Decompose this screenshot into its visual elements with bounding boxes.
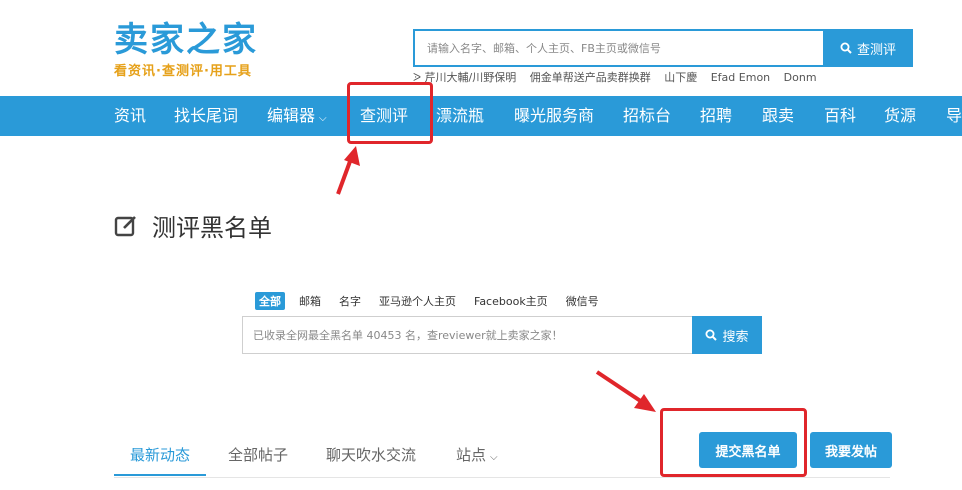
hot-word[interactable]: Efad Emon xyxy=(711,71,770,84)
top-search-button[interactable]: 查测评 xyxy=(823,29,913,67)
nav-item-more[interactable]: 导 xyxy=(946,96,962,136)
hot-search-words: ᐷ 芹川大輔/川野保明 佣金单帮送产品卖群换群 山下慶 Efad Emon Do… xyxy=(413,69,823,85)
top-search-bar: 查测评 xyxy=(413,29,913,67)
filter-all[interactable]: 全部 xyxy=(255,292,285,310)
page-title: 测评黑名单 xyxy=(114,208,272,243)
logo-title: 卖家之家 xyxy=(114,20,258,60)
search-filter-tabs: 全部 邮箱 名字 亚马逊个人主页 Facebook主页 微信号 xyxy=(255,292,603,310)
chevron-down-icon: ⌵ xyxy=(319,113,327,124)
red-arrow-icon xyxy=(595,370,656,412)
filter-facebook[interactable]: Facebook主页 xyxy=(470,292,552,310)
nav-item-bidding[interactable]: 招标台 xyxy=(623,96,671,136)
filter-wechat[interactable]: 微信号 xyxy=(562,292,603,310)
chevron-down-icon: ⌵ xyxy=(490,452,498,463)
blacklist-search-bar: 搜索 xyxy=(242,316,762,354)
page-title-text: 测评黑名单 xyxy=(152,214,272,242)
tab-sites-label: 站点 xyxy=(456,446,487,464)
nav-item-wiki[interactable]: 百科 xyxy=(824,96,856,136)
nav-item-editor[interactable]: 编辑器 ⌵ xyxy=(267,96,327,136)
nav-item-exposure[interactable]: 曝光服务商 xyxy=(514,96,594,136)
blacklist-search-button[interactable]: 搜索 xyxy=(692,316,762,354)
hot-word[interactable]: 佣金单帮送产品卖群换群 xyxy=(530,71,651,84)
nav-item-follow-sell[interactable]: 跟卖 xyxy=(762,96,794,136)
blacklist-search-button-label: 搜索 xyxy=(722,329,749,345)
tab-all-posts[interactable]: 全部帖子 xyxy=(228,438,288,476)
top-search-button-label: 查测评 xyxy=(856,42,896,58)
logo-slogan: 看资讯·查测评·用工具 xyxy=(114,64,252,79)
nav-item-jobs[interactable]: 招聘 xyxy=(700,96,732,136)
top-search-input[interactable] xyxy=(413,29,823,67)
blacklist-search-input[interactable] xyxy=(242,316,692,354)
nav-item-bottle[interactable]: 漂流瓶 xyxy=(436,96,484,136)
search-icon xyxy=(705,329,718,341)
edit-icon xyxy=(114,215,136,236)
hot-word[interactable]: 山下慶 xyxy=(664,71,697,84)
filter-email[interactable]: 邮箱 xyxy=(295,292,325,310)
tab-sites[interactable]: 站点 ⌵ xyxy=(456,438,498,476)
nav-item-news[interactable]: 资讯 xyxy=(114,96,146,136)
search-icon xyxy=(840,42,852,54)
new-post-button[interactable]: 我要发帖 xyxy=(810,432,892,468)
tab-latest[interactable]: 最新动态 xyxy=(114,438,206,476)
main-nav: 资讯 找长尾词 编辑器 ⌵ 查测评 漂流瓶 曝光服务商 招标台 招聘 跟卖 百科 … xyxy=(0,96,962,136)
highlight-box-nav xyxy=(347,82,433,144)
nav-item-longtail[interactable]: 找长尾词 xyxy=(174,96,238,136)
nav-item-sourcing[interactable]: 货源 xyxy=(884,96,916,136)
page: 卖家之家 看资讯·查测评·用工具 查测评 ᐷ 芹川大輔/川野保明 佣金单帮送产品… xyxy=(0,0,962,490)
highlight-box-submit xyxy=(660,408,807,477)
hot-word[interactable]: Donm xyxy=(784,71,817,84)
red-arrow-icon xyxy=(336,146,360,195)
nav-item-editor-label: 编辑器 xyxy=(267,106,316,125)
filter-amazon-profile[interactable]: 亚马逊个人主页 xyxy=(375,292,460,310)
filter-name[interactable]: 名字 xyxy=(335,292,365,310)
tab-chat[interactable]: 聊天吹水交流 xyxy=(326,438,416,476)
site-logo[interactable]: 卖家之家 看资讯·查测评·用工具 xyxy=(114,20,258,79)
